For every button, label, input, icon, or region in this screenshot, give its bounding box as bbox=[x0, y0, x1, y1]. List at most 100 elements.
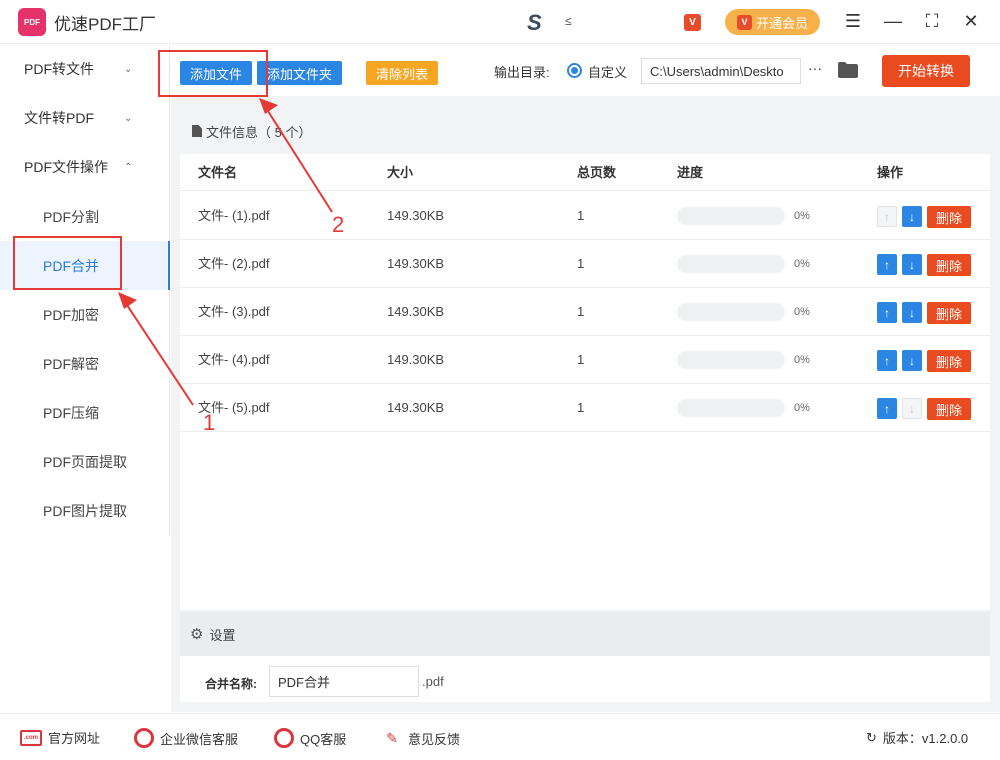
open-membership-button[interactable]: V 开通会员 bbox=[725, 9, 820, 35]
chevron-up-icon: ⌃ bbox=[124, 161, 133, 173]
file-name-cell: 文件- (2).pdf bbox=[198, 256, 270, 271]
merge-name-input[interactable] bbox=[269, 666, 419, 697]
progress-percent: 0% bbox=[794, 306, 810, 318]
page-count-cell: 1 bbox=[577, 352, 585, 367]
title-bar: PDF 优速PDF工厂 S ≤ V V 开通会员 ☰ — ⛶ ✕ bbox=[0, 0, 1000, 44]
table-header: 文件名 大小 总页数 进度 操作 bbox=[180, 154, 990, 191]
sidebar-group-pdf-operations[interactable]: PDF文件操作 ⌃ bbox=[0, 143, 170, 191]
qq-support-link[interactable]: QQ客服 bbox=[274, 728, 346, 748]
delete-button[interactable]: 删除 bbox=[927, 302, 971, 324]
custom-dir-radio-label[interactable]: 自定义 bbox=[588, 62, 627, 81]
delete-button[interactable]: 删除 bbox=[927, 254, 971, 276]
merge-extension-label: .pdf bbox=[422, 674, 444, 689]
move-down-button[interactable]: ↓ bbox=[902, 254, 922, 275]
official-website-label: 官方网址 bbox=[48, 731, 101, 746]
sidebar-item-pdf-image-extract[interactable]: PDF图片提取 bbox=[0, 486, 170, 535]
sidebar-item-pdf-encrypt[interactable]: PDF加密 bbox=[0, 290, 170, 339]
progress-bar bbox=[677, 399, 785, 417]
brand-s-icon: S bbox=[527, 10, 542, 35]
table-row: 文件- (4).pdf 149.30KB 1 0% ↑ ↓ 删除 bbox=[180, 336, 990, 384]
output-path-input[interactable] bbox=[641, 58, 801, 84]
table-row: 文件- (2).pdf 149.30KB 1 0% ↑ ↓ 删除 bbox=[180, 240, 990, 288]
sidebar-item-pdf-compress[interactable]: PDF压缩 bbox=[0, 388, 170, 437]
wechat-support-label: 企业微信客服 bbox=[160, 731, 239, 747]
progress-bar bbox=[677, 255, 785, 273]
annotation-box-add-file bbox=[158, 50, 268, 97]
wechat-icon bbox=[134, 728, 154, 748]
feedback-link[interactable]: ✎ 意见反馈 bbox=[382, 728, 460, 748]
document-icon bbox=[192, 125, 202, 137]
folder-icon[interactable] bbox=[838, 62, 858, 78]
close-icon[interactable]: ✕ bbox=[960, 10, 982, 32]
maximize-icon[interactable]: ⛶ bbox=[921, 10, 943, 32]
app-title: 优速PDF工厂 bbox=[54, 15, 156, 34]
app-logo-icon: PDF bbox=[18, 8, 46, 36]
move-down-button[interactable]: ↓ bbox=[902, 302, 922, 323]
progress-percent: 0% bbox=[794, 354, 810, 366]
table-row: 文件- (1).pdf 149.30KB 1 0% ↑ ↓ 删除 bbox=[180, 192, 990, 240]
move-up-button[interactable]: ↑ bbox=[877, 254, 897, 275]
wechat-support-link[interactable]: 企业微信客服 bbox=[134, 728, 238, 748]
website-icon: .com bbox=[20, 729, 42, 746]
progress-percent: 0% bbox=[794, 210, 810, 222]
settings-body: 合并名称: .pdf bbox=[180, 656, 990, 702]
column-header-progress: 进度 bbox=[677, 165, 704, 180]
sidebar-item-pdf-page-extract[interactable]: PDF页面提取 bbox=[0, 437, 170, 486]
sidebar-group-file-to-pdf[interactable]: 文件转PDF ⌄ bbox=[0, 94, 170, 142]
annotation-number-1: 1 bbox=[203, 410, 216, 435]
chevron-down-icon: ⌄ bbox=[124, 112, 133, 124]
file-size-cell: 149.30KB bbox=[387, 304, 445, 319]
sidebar-item-pdf-decrypt[interactable]: PDF解密 bbox=[0, 339, 170, 388]
page-count-cell: 1 bbox=[577, 400, 585, 415]
move-down-button[interactable]: ↓ bbox=[902, 206, 922, 227]
chevron-down-icon: ⌄ bbox=[124, 63, 133, 75]
sidebar-group-label: PDF文件操作 bbox=[24, 159, 108, 175]
delete-button[interactable]: 删除 bbox=[927, 206, 971, 228]
page-count-cell: 1 bbox=[577, 304, 585, 319]
progress-bar bbox=[677, 303, 785, 321]
feedback-label: 意见反馈 bbox=[408, 731, 461, 747]
sidebar: PDF转文件 ⌄ 文件转PDF ⌄ PDF文件操作 ⌃ PDF分割 PDF合并 … bbox=[0, 45, 170, 535]
page-count-cell: 1 bbox=[577, 208, 585, 223]
move-down-button[interactable]: ↓ bbox=[902, 398, 922, 419]
column-header-pages: 总页数 bbox=[577, 165, 617, 180]
vip-icon[interactable]: V bbox=[684, 14, 701, 31]
move-up-button[interactable]: ↑ bbox=[877, 206, 897, 227]
file-size-cell: 149.30KB bbox=[387, 400, 445, 415]
move-up-button[interactable]: ↑ bbox=[877, 350, 897, 371]
settings-title: 设置 bbox=[209, 627, 236, 643]
progress-bar bbox=[677, 351, 785, 369]
file-size-cell: 149.30KB bbox=[387, 352, 445, 367]
sidebar-group-label: PDF转文件 bbox=[24, 61, 94, 77]
clear-list-button[interactable]: 清除列表 bbox=[366, 61, 438, 85]
footer: .com 官方网址 企业微信客服 QQ客服 ✎ 意见反馈 ↻ 版本：v1.2.0… bbox=[0, 713, 1000, 760]
file-name-cell: 文件- (4).pdf bbox=[198, 352, 270, 367]
sidebar-item-pdf-split[interactable]: PDF分割 bbox=[0, 192, 170, 241]
page-count-cell: 1 bbox=[577, 256, 585, 271]
annotation-number-2: 2 bbox=[332, 212, 345, 237]
more-options-icon[interactable]: ··· bbox=[808, 60, 822, 76]
column-header-filename: 文件名 bbox=[198, 165, 238, 180]
feedback-icon: ✎ bbox=[386, 729, 398, 746]
move-up-button[interactable]: ↑ bbox=[877, 398, 897, 419]
delete-button[interactable]: 删除 bbox=[927, 398, 971, 420]
start-convert-button[interactable]: 开始转换 bbox=[882, 55, 970, 87]
delete-button[interactable]: 删除 bbox=[927, 350, 971, 372]
move-up-button[interactable]: ↑ bbox=[877, 302, 897, 323]
table-row: 文件- (5).pdf 149.30KB 1 0% ↑ ↓ 删除 bbox=[180, 384, 990, 432]
move-down-button[interactable]: ↓ bbox=[902, 350, 922, 371]
add-folder-button[interactable]: 添加文件夹 bbox=[257, 61, 342, 85]
version-info: ↻ 版本：v1.2.0.0 bbox=[866, 728, 968, 747]
merge-name-label: 合并名称: bbox=[205, 677, 257, 691]
refresh-icon[interactable]: ↻ bbox=[866, 730, 877, 746]
brand-mark-icon: ≤ bbox=[565, 14, 572, 28]
file-size-cell: 149.30KB bbox=[387, 256, 445, 271]
gear-icon: ⚙ bbox=[190, 626, 204, 643]
custom-dir-radio[interactable] bbox=[567, 63, 582, 78]
menu-icon[interactable]: ☰ bbox=[842, 10, 864, 32]
official-website-link[interactable]: .com 官方网址 bbox=[20, 728, 100, 747]
file-name-cell: 文件- (1).pdf bbox=[198, 208, 270, 223]
version-label: 版本：v1.2.0.0 bbox=[882, 731, 969, 746]
minimize-icon[interactable]: — bbox=[882, 10, 904, 32]
sidebar-group-pdf-to-file[interactable]: PDF转文件 ⌄ bbox=[0, 45, 170, 93]
